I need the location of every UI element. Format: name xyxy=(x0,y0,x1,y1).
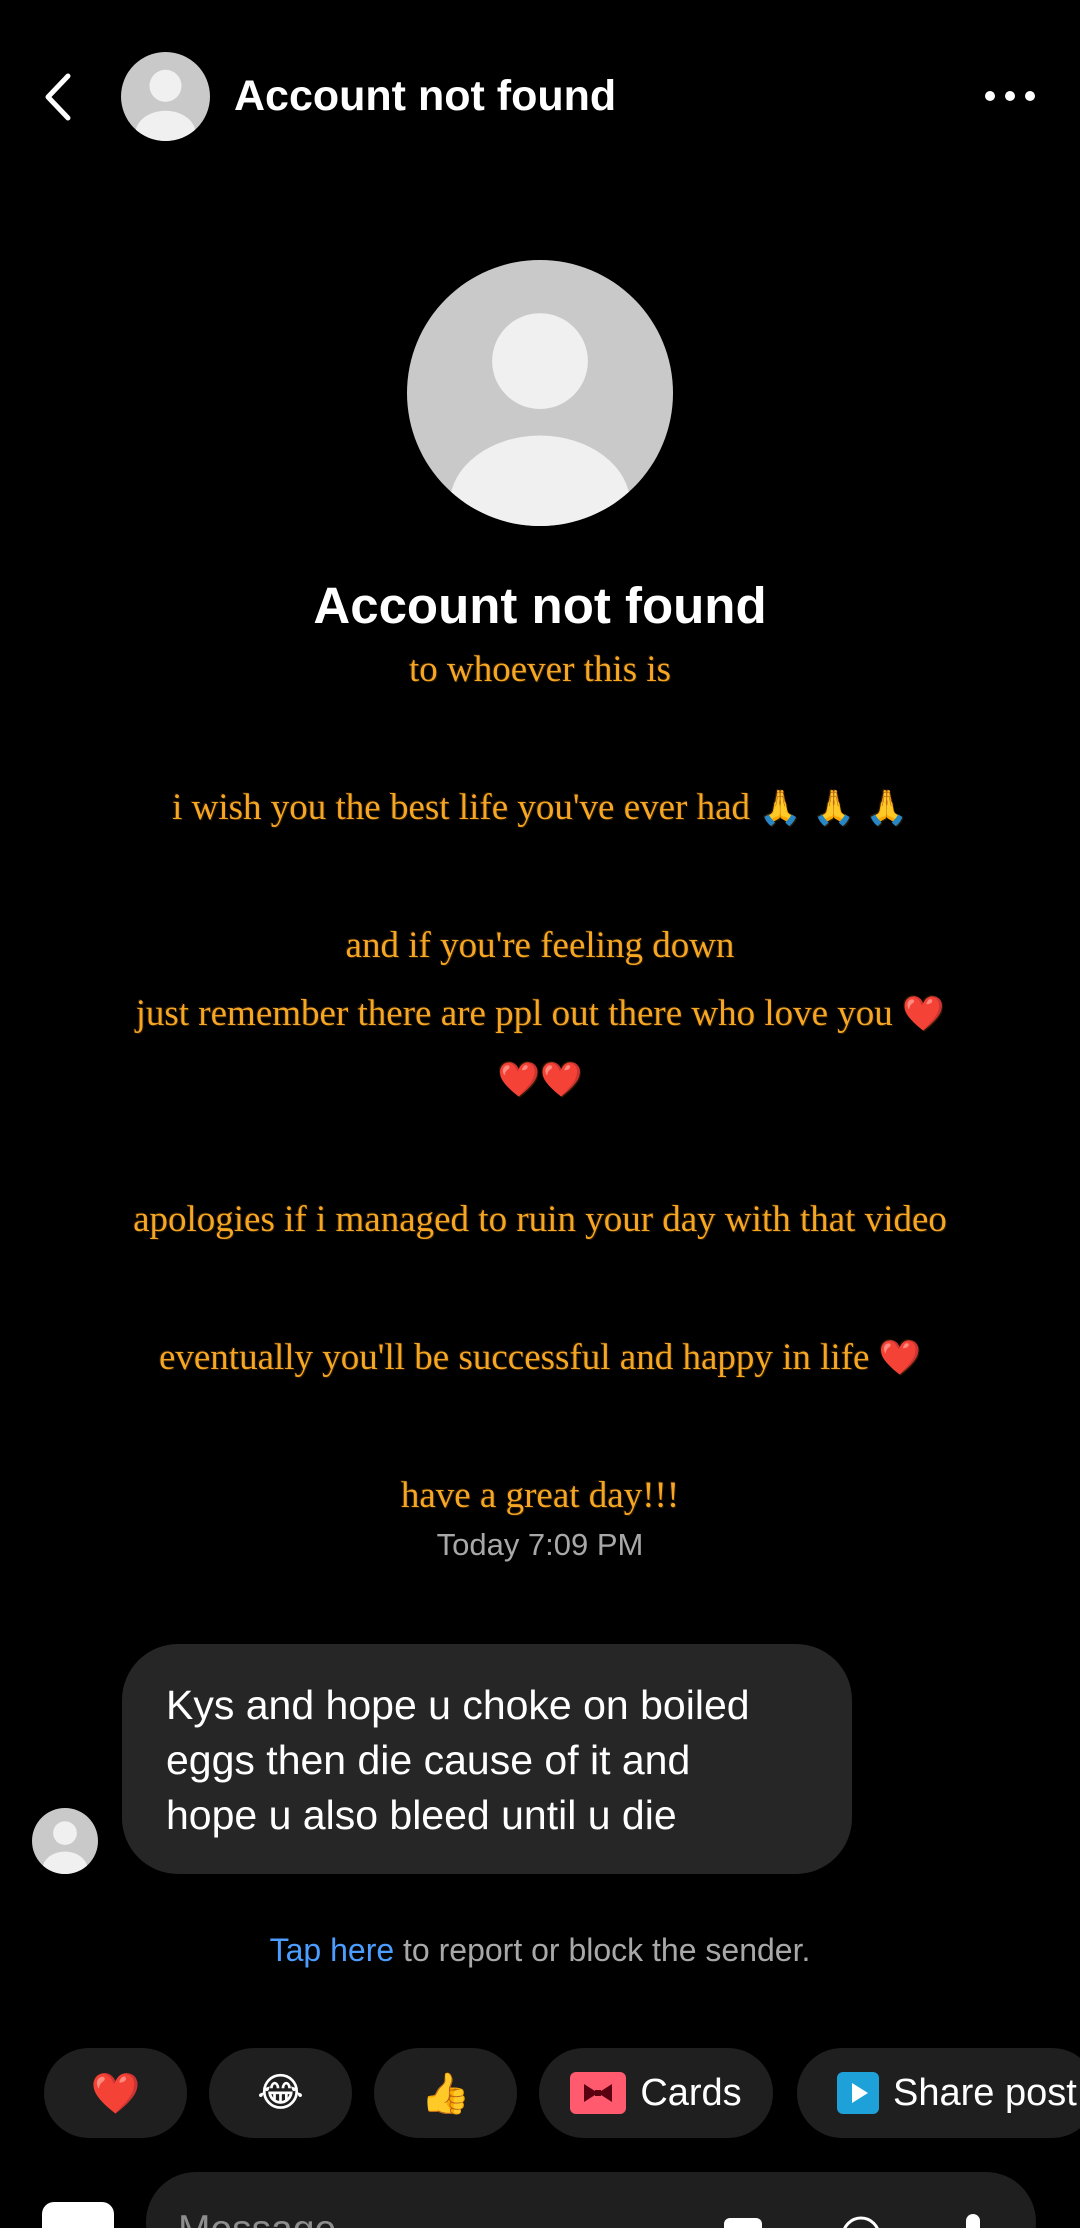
heart-emoji-icon: ❤️ xyxy=(90,2070,141,2117)
heart-emoji-icon: ❤️ xyxy=(878,1338,922,1378)
overlay-line: and if you're feeling down xyxy=(345,925,735,966)
message-text: Kys and hope u choke on boiled eggs then… xyxy=(166,1682,750,1838)
laughing-emoji-icon: 😂 xyxy=(257,2070,304,2116)
back-arrow-icon[interactable] xyxy=(38,70,82,124)
heart-emoji-icon: ❤️❤️ xyxy=(497,1060,583,1100)
default-avatar-icon xyxy=(42,1821,88,1874)
message-composer: Message xyxy=(0,2168,1080,2228)
message-bubble[interactable]: Kys and hope u choke on boiled eggs then… xyxy=(122,1644,852,1874)
header-title[interactable]: Account not found xyxy=(234,72,616,121)
overlay-line-text: eventually you'll be successful and happ… xyxy=(158,1337,870,1378)
camera-icon[interactable] xyxy=(42,2202,114,2228)
overlay-line: apologies if i managed to ruin your day … xyxy=(133,1199,947,1240)
overlay-line-text: i wish you the best life you've ever had xyxy=(172,787,751,828)
gift-card-icon xyxy=(570,2072,627,2114)
message-input-placeholder: Message xyxy=(178,2208,336,2228)
microphone-icon[interactable] xyxy=(950,2212,996,2228)
gallery-icon[interactable] xyxy=(720,2212,766,2228)
default-avatar-icon xyxy=(449,313,631,526)
share-post-icon xyxy=(837,2072,879,2114)
overlay-line: just remember there are ppl out there wh… xyxy=(40,992,1040,1035)
overlay-line: ❤️❤️ xyxy=(40,1058,1040,1101)
quick-reply-laugh[interactable]: 😂 xyxy=(209,2048,352,2138)
overlay-line: to whoever this is xyxy=(408,649,672,690)
header-avatar[interactable] xyxy=(121,52,210,141)
cards-label: Cards xyxy=(640,2071,742,2114)
sender-avatar[interactable] xyxy=(32,1808,98,1874)
report-notice-text: to report or block the sender. xyxy=(394,1932,811,1968)
sticker-icon[interactable] xyxy=(838,2212,884,2228)
heart-emoji-icon: ❤️ xyxy=(902,994,945,1034)
report-link[interactable]: Tap here xyxy=(270,1932,395,1968)
quick-reply-heart[interactable]: ❤️ xyxy=(44,2048,187,2138)
thumbs-up-emoji-icon: 👍 xyxy=(420,2070,471,2117)
dm-thread-screen: Account not found Account not found to w… xyxy=(0,0,1080,2228)
profile-avatar[interactable] xyxy=(407,260,673,526)
default-avatar-icon xyxy=(135,69,196,141)
overlay-line: i wish you the best life you've ever had… xyxy=(40,786,1040,829)
message-timestamp: Today 7:09 PM xyxy=(436,1527,644,1562)
cards-button[interactable]: Cards xyxy=(539,2048,773,2138)
profile-name: Account not found xyxy=(313,577,767,634)
overlay-line: have a great day!!! xyxy=(400,1475,680,1516)
share-post-label: Share post xyxy=(893,2071,1077,2114)
quick-reply-thumbs-up[interactable]: 👍 xyxy=(374,2048,517,2138)
share-post-button[interactable]: Share post xyxy=(797,2048,1080,2138)
more-options-icon[interactable] xyxy=(980,78,1040,114)
quick-reply-bar: ❤️ 😂 👍 Cards Share post xyxy=(0,2048,1080,2138)
report-notice: Tap here to report or block the sender. xyxy=(0,1932,1080,1969)
top-bar: Account not found xyxy=(0,48,1080,148)
overlay-line-text: just remember there are ppl out there wh… xyxy=(135,993,893,1034)
pray-emoji-icon: 🙏 🙏 🙏 xyxy=(759,788,908,828)
overlay-line: eventually you'll be successful and happ… xyxy=(40,1336,1040,1379)
